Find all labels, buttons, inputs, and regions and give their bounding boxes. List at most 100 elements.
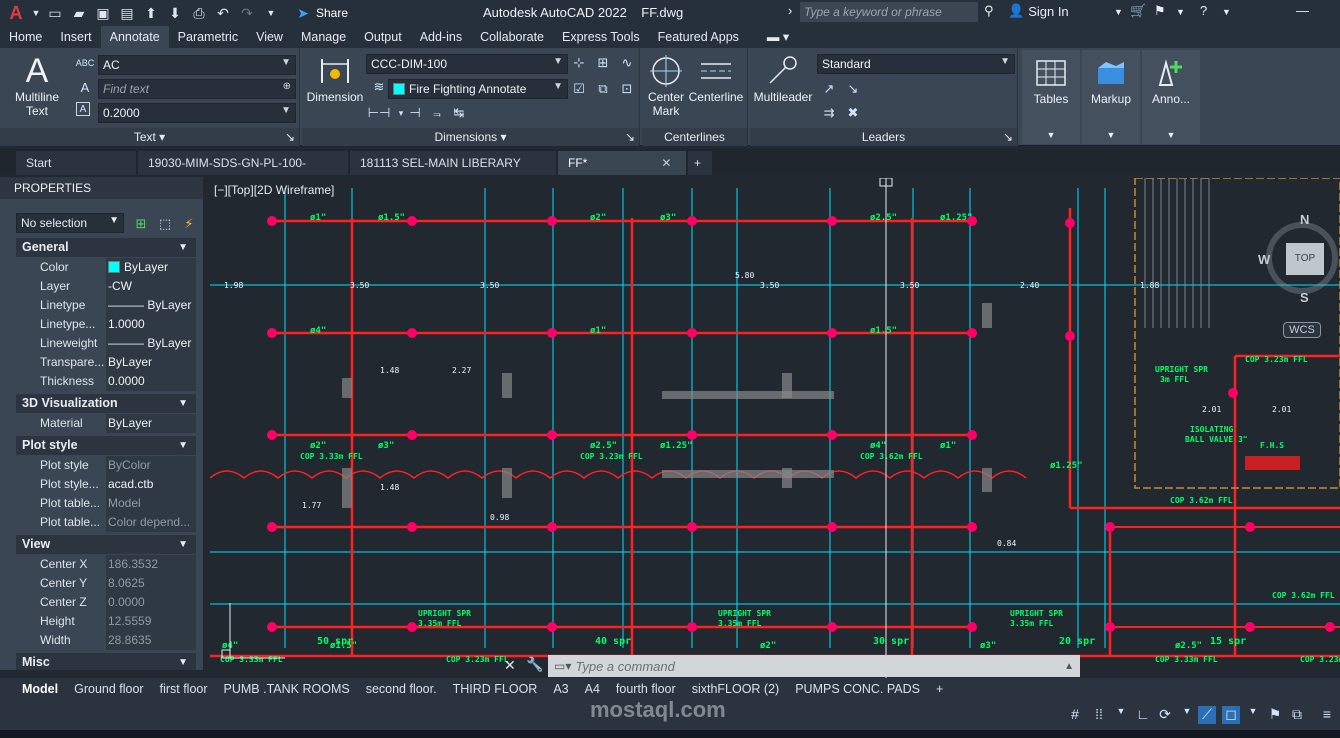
autocad-logo-icon[interactable]: A bbox=[6, 3, 26, 23]
view-category[interactable]: View ▼ bbox=[16, 535, 196, 554]
polar-dropdown-icon[interactable]: ▼ bbox=[1178, 706, 1196, 724]
mleader-style-select[interactable]: Standard ▼ bbox=[817, 54, 1015, 74]
save-as-icon[interactable]: ▤ bbox=[118, 5, 136, 21]
remove-leader-icon[interactable]: ↘ bbox=[844, 80, 862, 98]
wcs-menu[interactable]: WCS bbox=[1283, 322, 1321, 338]
leaders-panel-label[interactable]: Leaders ↘ bbox=[750, 128, 1017, 146]
tab-insert[interactable]: Insert bbox=[51, 26, 100, 48]
layout-tab[interactable]: THIRD FLOOR bbox=[445, 678, 546, 700]
prop-row[interactable]: Plot style... acad.ctb bbox=[16, 475, 196, 494]
isodraft-icon[interactable]: ⟋ bbox=[1198, 706, 1216, 724]
tab-parametric[interactable]: Parametric bbox=[169, 26, 247, 48]
cart-icon[interactable]: 🛒 bbox=[1130, 3, 1146, 19]
text-height-select[interactable]: 0.2000 ▼ bbox=[98, 103, 296, 123]
panel-launcher-icon[interactable]: ↘ bbox=[1003, 128, 1013, 146]
doc-tab-19030[interactable]: 19030-MIM-SDS-GN-PL-100-04*✕ bbox=[138, 151, 348, 194]
grid-icon[interactable]: # bbox=[1066, 706, 1084, 724]
markup-button[interactable]: Markup ▼ bbox=[1082, 50, 1140, 144]
prop-row[interactable]: Thickness 0.0000 bbox=[16, 372, 196, 391]
save-web-icon[interactable]: ⬇ bbox=[166, 5, 184, 21]
close-command-icon[interactable]: ✕ bbox=[504, 657, 520, 673]
3d-visualization-category[interactable]: 3D Visualization ▼ bbox=[16, 394, 196, 413]
search-chevron-icon[interactable]: › bbox=[788, 3, 792, 18]
dimension-button[interactable]: Dimension bbox=[304, 54, 366, 104]
plot-style-category[interactable]: Plot style ▼ bbox=[16, 436, 196, 455]
search-icon[interactable]: ⚲ bbox=[984, 3, 994, 19]
toggle-pickadd-icon[interactable]: ⊞ bbox=[132, 215, 150, 233]
dim-style-select[interactable]: CCC-DIM-100 ▼ bbox=[366, 54, 568, 74]
layout-tab[interactable]: A3 bbox=[545, 678, 576, 700]
navcube-north[interactable]: N bbox=[1300, 212, 1309, 227]
find-text-input[interactable]: Find text ⊕ bbox=[98, 79, 296, 99]
panel-launcher-icon[interactable]: ↘ bbox=[285, 128, 295, 146]
align-leader-icon[interactable]: ⇉ bbox=[820, 104, 838, 122]
tab-output[interactable]: Output bbox=[355, 26, 411, 48]
doc-tab-ff[interactable]: FF* ✕ bbox=[558, 151, 686, 175]
osnap-icon[interactable]: ◻ bbox=[1222, 706, 1240, 724]
text-height-icon[interactable]: A bbox=[76, 102, 90, 116]
prop-row[interactable]: Material ByLayer bbox=[16, 414, 196, 433]
centerline-button[interactable]: Centerline bbox=[686, 54, 746, 104]
prop-row[interactable]: Plot table... Model bbox=[16, 494, 196, 513]
annotation-visibility-icon[interactable]: ⚑ bbox=[1266, 706, 1284, 724]
layout-tab[interactable]: PUMB .TANK ROOMS bbox=[216, 678, 358, 700]
misc-category[interactable]: Misc ▼ bbox=[16, 653, 196, 670]
link-icon[interactable]: ⧉ bbox=[1288, 706, 1306, 724]
dimensions-panel-label[interactable]: Dimensions ▾ ↘ bbox=[302, 128, 639, 146]
select-objects-icon[interactable]: ⬚ bbox=[156, 215, 174, 233]
multileader-button[interactable]: Multileader bbox=[750, 54, 816, 104]
layout-tab[interactable]: second floor. bbox=[358, 678, 445, 700]
open-web-icon[interactable]: ⬆ bbox=[142, 5, 160, 21]
doc-tab-start[interactable]: Start bbox=[16, 151, 136, 175]
prop-row[interactable]: Color ByLayer bbox=[16, 258, 196, 277]
command-input[interactable]: Type a command bbox=[571, 659, 674, 674]
tab-featured-apps[interactable]: Featured Apps bbox=[649, 26, 748, 48]
close-icon[interactable]: ✕ bbox=[661, 156, 671, 170]
sign-in-dropdown-icon[interactable]: ▼ bbox=[1114, 7, 1123, 17]
prop-row[interactable]: Layer -CW bbox=[16, 277, 196, 296]
oblique-icon[interactable]: ⧉ bbox=[594, 80, 612, 98]
prop-row[interactable]: Height 12.5559 bbox=[16, 612, 196, 631]
layout-tab[interactable]: PUMPS CONC. PADS bbox=[787, 678, 928, 700]
prop-row[interactable]: Center Y 8.0625 bbox=[16, 574, 196, 593]
undo-icon[interactable]: ↶ bbox=[214, 5, 232, 21]
polar-icon[interactable]: ⟳ bbox=[1156, 706, 1174, 724]
snap-icon[interactable]: ⁞⁞ bbox=[1090, 706, 1108, 724]
prop-row[interactable]: Linetype... 1.0000 bbox=[16, 315, 196, 334]
selection-select[interactable]: No selection ▼ bbox=[16, 213, 124, 233]
navcube-west[interactable]: W bbox=[1258, 252, 1270, 267]
quick-select-icon[interactable]: ⚡ bbox=[180, 215, 198, 233]
tab-view[interactable]: View bbox=[247, 26, 292, 48]
tab-add-ins[interactable]: Add-ins bbox=[411, 26, 471, 48]
sign-in-button[interactable]: 👤 Sign In bbox=[1008, 3, 1069, 19]
prop-row[interactable]: Linetype ——— ByLayer bbox=[16, 296, 196, 315]
customize-command-icon[interactable]: 🔧 bbox=[526, 656, 544, 674]
drawing-canvas[interactable]: 1.98 3.50 3.50 3.50 5.80 3.50 2.40 1.88 1.48 2.27… bbox=[210, 178, 1340, 678]
doc-tab-181113[interactable]: 181113 SEL-MAIN LIBERARY xx*✕ bbox=[350, 151, 556, 194]
text-style-select[interactable]: AC ▼ bbox=[98, 55, 296, 75]
general-category[interactable]: General ▼ bbox=[16, 238, 196, 257]
help-icon[interactable]: ? bbox=[1200, 3, 1207, 18]
search-input[interactable]: Type a keyword or phrase bbox=[800, 2, 978, 22]
layout-tab[interactable]: first floor bbox=[152, 678, 216, 700]
multiline-text-button[interactable]: A Multiline Text bbox=[6, 54, 68, 118]
dim-space-icon[interactable]: ⊹ bbox=[570, 54, 588, 72]
dim-layer-select[interactable]: Fire Fighting Annotate ▼ bbox=[388, 79, 568, 99]
prop-row[interactable]: Transpare... ByLayer bbox=[16, 353, 196, 372]
adjust-space-icon[interactable]: ↹ bbox=[450, 104, 468, 122]
continue-dim-icon[interactable]: ⊢⊣ bbox=[368, 104, 391, 122]
prop-row[interactable]: Lineweight ——— ByLayer bbox=[16, 334, 196, 353]
find-replace-icon[interactable]: A bbox=[76, 78, 94, 96]
prop-row[interactable]: Center X 186.3532 bbox=[16, 555, 196, 574]
prop-row[interactable]: Plot style ByColor bbox=[16, 456, 196, 475]
prop-row[interactable]: Plot table... Color depend... bbox=[16, 513, 196, 532]
text-angle-icon[interactable]: ⊡ bbox=[618, 80, 636, 98]
navcube-south[interactable]: S bbox=[1300, 290, 1309, 305]
open-folder-icon[interactable]: ▰ bbox=[70, 5, 88, 21]
autodesk-app-icon[interactable]: ⚑ bbox=[1154, 3, 1166, 19]
app-dropdown-icon[interactable]: ▼ bbox=[1176, 7, 1185, 17]
new-tab-button[interactable]: + bbox=[688, 151, 712, 175]
customize-icon[interactable]: ▼ bbox=[262, 5, 280, 21]
command-expand-icon[interactable]: ▲ bbox=[1064, 661, 1080, 672]
dropdown-arrow-icon[interactable]: ▼ bbox=[32, 5, 41, 21]
